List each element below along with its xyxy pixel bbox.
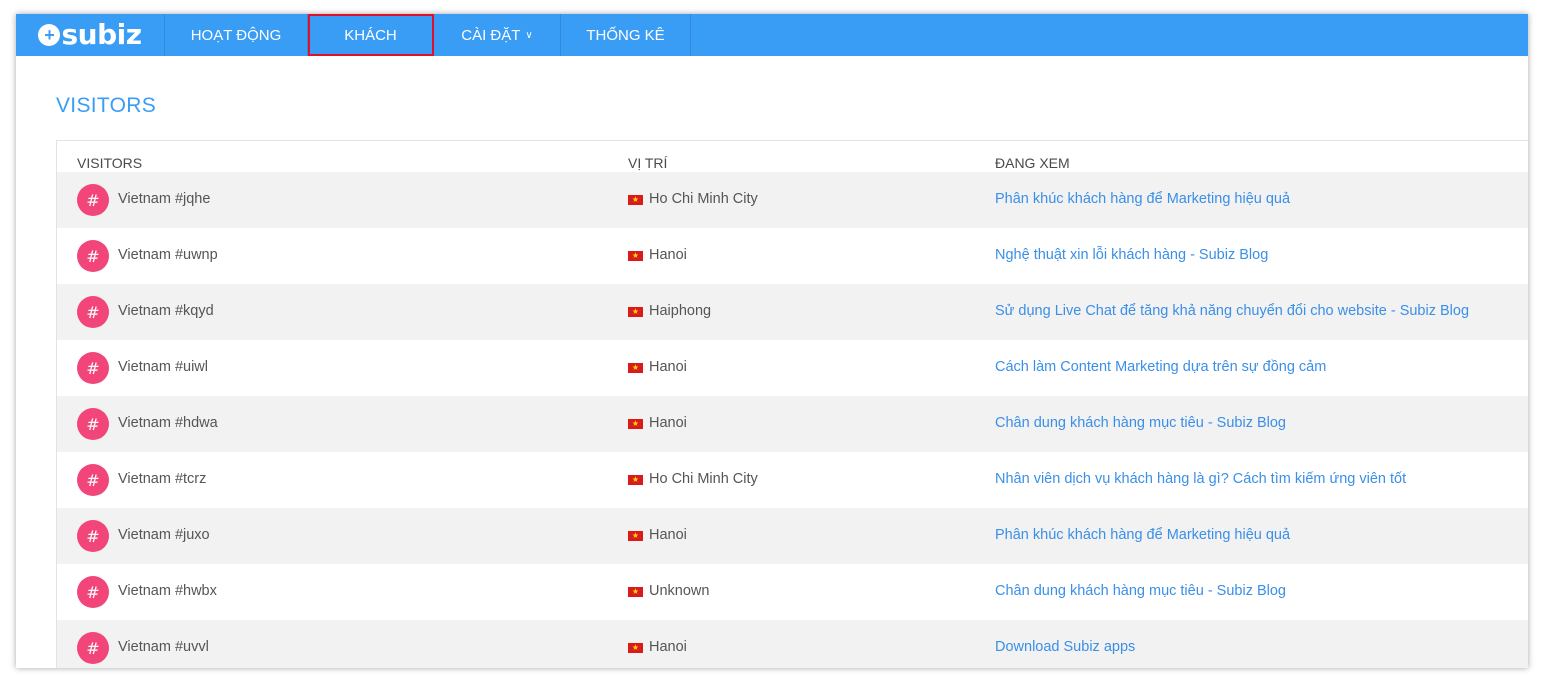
table-row[interactable]: # Vietnam #hwbx ★ Unknown Chân dung khách hà… bbox=[57, 564, 1528, 620]
page-title: VISITORS bbox=[56, 94, 157, 117]
vietnam-flag-icon: ★ bbox=[628, 475, 643, 485]
vietnam-flag-icon: ★ bbox=[628, 587, 643, 597]
table-row[interactable]: # Vietnam #tcrz ★ Ho Chi Minh City Nhân viên… bbox=[57, 452, 1528, 508]
visitor-location: Unknown bbox=[649, 583, 710, 599]
visitor-avatar[interactable]: # bbox=[77, 296, 109, 328]
logo-text: subiz bbox=[61, 18, 142, 51]
visitor-avatar[interactable]: # bbox=[77, 464, 109, 496]
visitor-avatar[interactable]: # bbox=[77, 520, 109, 552]
visitor-location: Haiphong bbox=[649, 303, 712, 319]
visitor-name[interactable]: Vietnam #uvvl bbox=[118, 639, 209, 655]
visitor-location: Ho Chi Minh City bbox=[649, 471, 758, 487]
visitor-avatar[interactable]: # bbox=[77, 408, 109, 440]
column-header-location[interactable]: VỊ TRÍ bbox=[628, 155, 667, 171]
subiz-logo[interactable]: + subiz bbox=[16, 14, 165, 56]
vietnam-flag-icon: ★ bbox=[628, 195, 643, 205]
viewing-page-link[interactable]: Chân dung khách hàng mục tiêu - Subiz Bl… bbox=[995, 583, 1286, 599]
viewing-page-link[interactable]: Sử dụng Live Chat để tăng khả năng chuyể… bbox=[995, 303, 1469, 319]
visitor-name[interactable]: Vietnam #juxo bbox=[118, 527, 210, 543]
viewing-page-link[interactable]: Phân khúc khách hàng để Marketing hiệu q… bbox=[995, 527, 1290, 543]
nav-tab-thong-ke[interactable]: THỐNG KÊ bbox=[561, 14, 691, 56]
visitor-avatar[interactable]: # bbox=[77, 352, 109, 384]
vietnam-flag-icon: ★ bbox=[628, 307, 643, 317]
viewing-page-link[interactable]: Download Subiz apps bbox=[995, 639, 1135, 655]
nav-tab-khach[interactable]: KHÁCH bbox=[308, 14, 434, 56]
visitor-name[interactable]: Vietnam #hdwa bbox=[118, 415, 218, 431]
visitor-avatar[interactable]: # bbox=[77, 632, 109, 664]
visitor-location: Ho Chi Minh City bbox=[649, 191, 758, 207]
visitor-location: Hanoi bbox=[649, 359, 687, 375]
column-header-visitors[interactable]: VISITORS bbox=[77, 155, 142, 171]
table-row[interactable]: # Vietnam #hdwa ★ Hanoi Chân dung khách hàng… bbox=[57, 396, 1528, 452]
visitor-name[interactable]: Vietnam #uwnp bbox=[118, 247, 218, 263]
vietnam-flag-icon: ★ bbox=[628, 419, 643, 429]
table-row[interactable]: # Vietnam #uvvl ★ Hanoi Download Subiz apps bbox=[57, 620, 1528, 668]
table-row[interactable]: # Vietnam #juxo ★ Hanoi Phân khúc khách hàng… bbox=[57, 508, 1528, 564]
chevron-down-icon: ∨ bbox=[525, 29, 533, 41]
visitor-name[interactable]: Vietnam #hwbx bbox=[118, 583, 217, 599]
viewing-page-link[interactable]: Nghệ thuật xin lỗi khách hàng - Subiz Bl… bbox=[995, 247, 1268, 263]
vietnam-flag-icon: ★ bbox=[628, 251, 643, 261]
nav-tab-label: HOẠT ĐỘNG bbox=[190, 26, 282, 44]
visitor-avatar[interactable]: # bbox=[77, 576, 109, 608]
viewing-page-link[interactable]: Phân khúc khách hàng để Marketing hiệu q… bbox=[995, 191, 1290, 207]
visitor-location: Hanoi bbox=[649, 247, 687, 263]
table-row[interactable]: # Vietnam #jqhe ★ Ho Chi Minh City Phân khúc… bbox=[57, 172, 1528, 228]
visitors-table: VISITORS VỊ TRÍ ĐANG XEM # Vietnam #jqhe ★… bbox=[56, 140, 1528, 668]
vietnam-flag-icon: ★ bbox=[628, 531, 643, 541]
top-navbar: + subiz HOẠT ĐỘNG KHÁCH CÀI ĐẶT ∨ THỐNG … bbox=[16, 14, 1528, 56]
viewing-page-link[interactable]: Nhân viên dịch vụ khách hàng là gì? Cách… bbox=[995, 471, 1406, 487]
table-row[interactable]: # Vietnam #uwnp ★ Hanoi Nghệ thuật xin lỗi k… bbox=[57, 228, 1528, 284]
visitor-avatar[interactable]: # bbox=[77, 240, 109, 272]
nav-tab-cai-dat[interactable]: CÀI ĐẶT ∨ bbox=[434, 14, 561, 56]
visitor-name[interactable]: Vietnam #kqyd bbox=[118, 303, 214, 319]
visitor-name[interactable]: Vietnam #jqhe bbox=[118, 191, 210, 207]
table-row[interactable]: # Vietnam #uiwl ★ Hanoi Cách làm Content Mar… bbox=[57, 340, 1528, 396]
visitor-name[interactable]: Vietnam #uiwl bbox=[118, 359, 208, 375]
nav-tab-label: THỐNG KÊ bbox=[586, 26, 665, 44]
logo-plus-icon: + bbox=[38, 24, 61, 46]
table-row[interactable]: # Vietnam #kqyd ★ Haiphong Sử dụng Live Chat… bbox=[57, 284, 1528, 340]
vietnam-flag-icon: ★ bbox=[628, 363, 643, 373]
visitor-name[interactable]: Vietnam #tcrz bbox=[118, 471, 206, 487]
viewing-page-link[interactable]: Cách làm Content Marketing dựa trên sự đ… bbox=[995, 359, 1326, 375]
visitor-avatar[interactable]: # bbox=[77, 184, 109, 216]
nav-tab-label: CÀI ĐẶT bbox=[461, 26, 521, 44]
viewing-page-link[interactable]: Chân dung khách hàng mục tiêu - Subiz Bl… bbox=[995, 415, 1286, 431]
app-window: + subiz HOẠT ĐỘNG KHÁCH CÀI ĐẶT ∨ THỐNG … bbox=[16, 14, 1528, 668]
column-header-viewing[interactable]: ĐANG XEM bbox=[995, 155, 1070, 171]
visitor-location: Hanoi bbox=[649, 639, 687, 655]
visitor-location: Hanoi bbox=[649, 415, 687, 431]
nav-tab-label: KHÁCH bbox=[344, 26, 397, 44]
vietnam-flag-icon: ★ bbox=[628, 643, 643, 653]
visitor-location: Hanoi bbox=[649, 527, 687, 543]
nav-tab-hoat-dong[interactable]: HOẠT ĐỘNG bbox=[165, 14, 308, 56]
